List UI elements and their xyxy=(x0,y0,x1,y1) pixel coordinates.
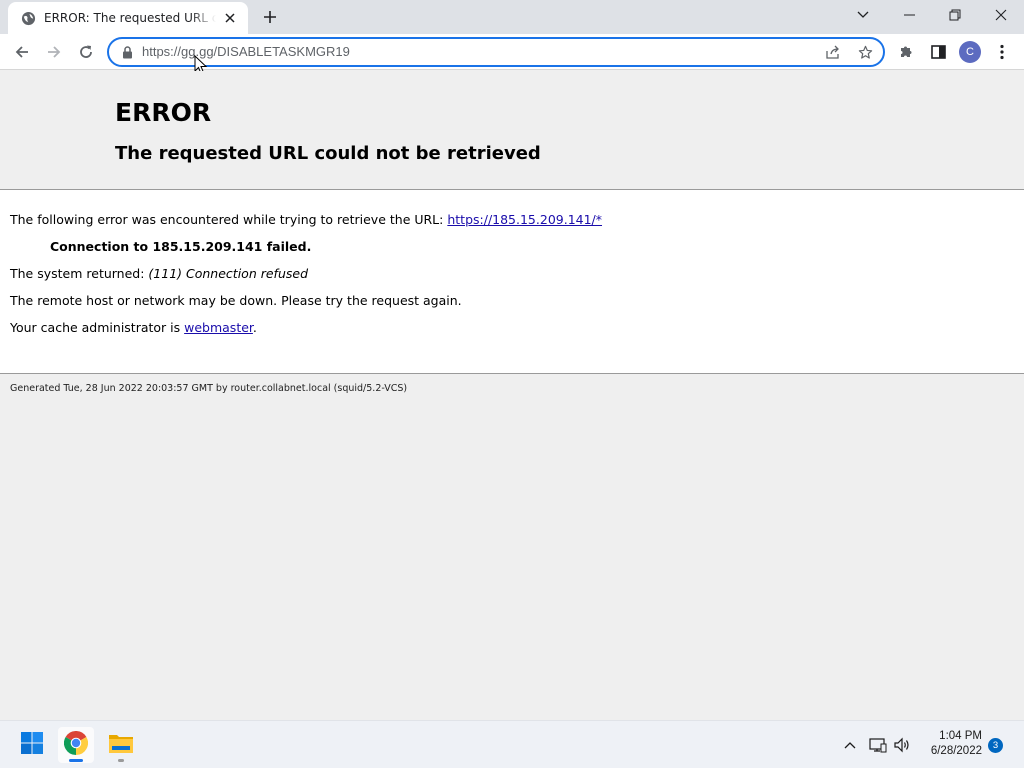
page-subtitle: The requested URL could not be retrieved xyxy=(115,143,541,164)
volume-icon[interactable] xyxy=(892,735,912,755)
advice-text: The remote host or network may be down. … xyxy=(10,293,462,308)
system-returned-value: (111) Connection refused xyxy=(148,266,308,281)
taskbar-chrome[interactable] xyxy=(58,727,94,763)
share-icon[interactable] xyxy=(823,43,843,61)
forward-button[interactable] xyxy=(40,38,68,66)
requested-url-link[interactable]: https://185.15.209.141/* xyxy=(447,212,602,227)
start-button[interactable] xyxy=(14,727,50,763)
browser-tab[interactable]: ERROR: The requested URL could not be re… xyxy=(8,2,248,34)
system-returned-line: The system returned: (111) Connection re… xyxy=(10,266,308,281)
clock-date: 6/28/2022 xyxy=(930,745,982,757)
side-panel-icon[interactable] xyxy=(924,38,952,66)
active-app-indicator xyxy=(69,759,83,762)
error-body: The following error was encountered whil… xyxy=(0,190,1024,374)
restore-button[interactable] xyxy=(932,0,978,30)
file-explorer-icon xyxy=(108,732,134,758)
webmaster-link[interactable]: webmaster xyxy=(184,320,253,335)
close-window-button[interactable] xyxy=(978,0,1024,30)
network-icon[interactable] xyxy=(868,735,888,755)
extensions-puzzle-icon[interactable] xyxy=(892,38,920,66)
cache-admin-suffix: . xyxy=(252,320,257,335)
menu-kebab-icon[interactable] xyxy=(988,38,1016,66)
cache-admin-text: Your cache administrator is xyxy=(10,320,185,335)
tab-close-icon[interactable] xyxy=(222,10,238,26)
taskbar: 1:04 PM 6/28/2022 3 xyxy=(0,720,1024,768)
running-app-indicator xyxy=(118,759,124,762)
tab-title: ERROR: The requested URL could not be re… xyxy=(44,11,216,25)
back-button[interactable] xyxy=(8,38,36,66)
new-tab-button[interactable] xyxy=(258,6,282,28)
start-icon xyxy=(20,731,44,759)
minimize-button[interactable] xyxy=(886,0,932,30)
system-returned-label: The system returned: xyxy=(10,266,149,281)
globe-icon xyxy=(20,10,36,26)
intro-text: The following error was encountered whil… xyxy=(10,212,448,227)
error-header: ERROR The requested URL could not be ret… xyxy=(0,71,1024,190)
bookmark-star-icon[interactable] xyxy=(855,43,875,61)
lock-icon[interactable] xyxy=(120,45,134,59)
address-bar[interactable]: https://gg.gg/DISABLETASKMGR19 xyxy=(107,37,885,67)
page-title: ERROR xyxy=(115,98,212,127)
tab-search-chevron-icon[interactable] xyxy=(840,0,886,30)
chrome-icon xyxy=(63,730,89,759)
profile-avatar[interactable]: C xyxy=(959,41,981,63)
error-detail: Connection to 185.15.209.141 failed. xyxy=(50,239,312,254)
url-text[interactable]: https://gg.gg/DISABLETASKMGR19 xyxy=(142,44,350,59)
reload-button[interactable] xyxy=(72,38,100,66)
notification-badge[interactable]: 3 xyxy=(988,738,1003,753)
browser-titlebar: ERROR: The requested URL could not be re… xyxy=(0,0,1024,34)
system-clock[interactable]: 1:04 PM 6/28/2022 xyxy=(920,729,982,759)
intro-line: The following error was encountered whil… xyxy=(10,212,602,227)
clock-time: 1:04 PM xyxy=(939,730,982,742)
browser-toolbar: https://gg.gg/DISABLETASKMGR19 C xyxy=(0,34,1024,70)
generated-footer: Generated Tue, 28 Jun 2022 20:03:57 GMT … xyxy=(10,383,408,394)
show-hidden-icons-chevron-icon[interactable] xyxy=(840,735,860,755)
cache-admin-line: Your cache administrator is webmaster. xyxy=(10,320,257,335)
taskbar-file-explorer[interactable] xyxy=(103,727,139,763)
page-content: ERROR The requested URL could not be ret… xyxy=(0,71,1024,719)
